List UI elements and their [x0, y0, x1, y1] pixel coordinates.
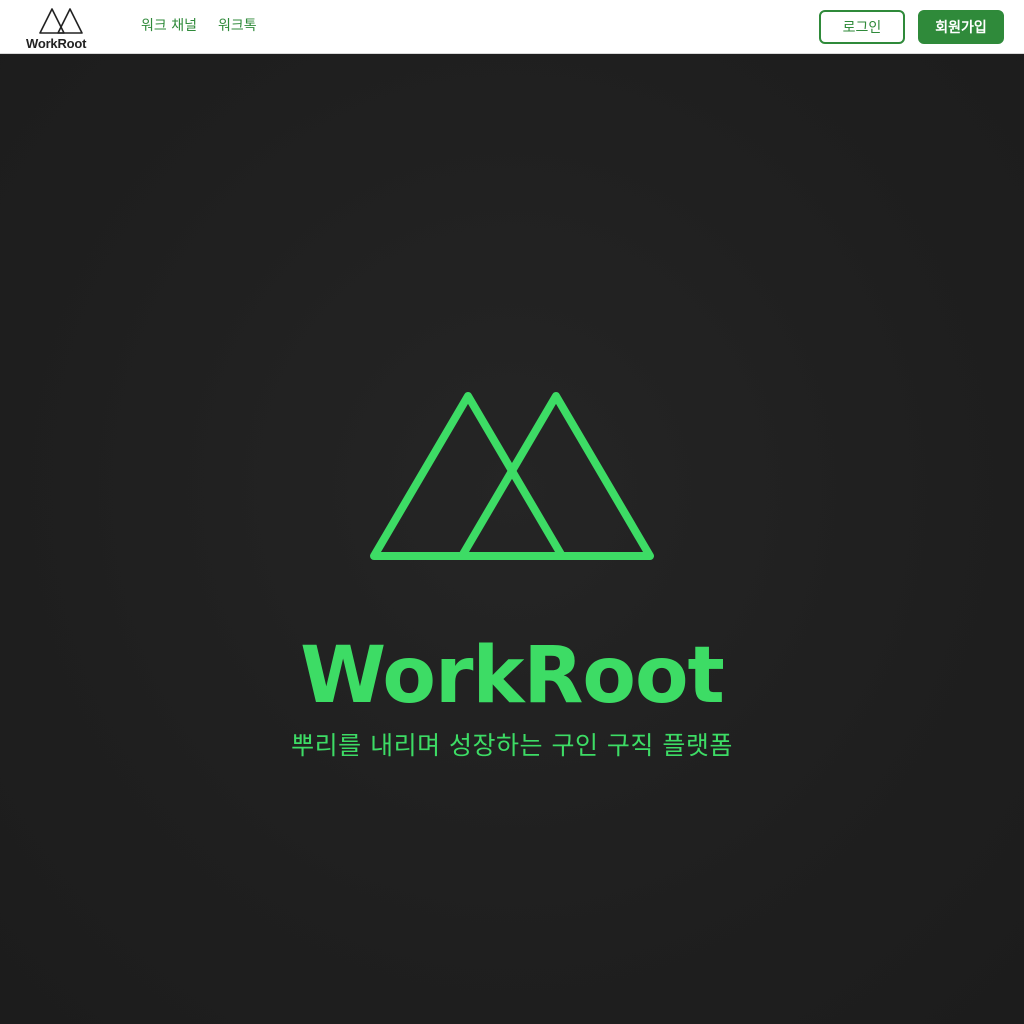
hero-section: WorkRoot 뿌리를 내리며 성장하는 구인 구직 플랫폼 — [0, 55, 1024, 1024]
mountain-logo-icon — [39, 8, 83, 34]
hero-tagline: 뿌리를 내리며 성장하는 구인 구직 플랫폼 — [291, 731, 733, 760]
login-button[interactable]: 로그인 — [819, 10, 905, 44]
top-navigation-bar: WorkRoot 워크 채널 워크톡 로그인 회원가입 — [0, 0, 1024, 54]
brand-logo-link[interactable]: WorkRoot — [24, 5, 100, 51]
nav-link-work-channel[interactable]: 워크 채널 — [141, 16, 197, 36]
nav-link-work-talk[interactable]: 워크톡 — [218, 16, 257, 36]
brand-name: WorkRoot — [26, 36, 87, 51]
workroot-mountain-icon — [370, 392, 654, 560]
signup-button[interactable]: 회원가입 — [918, 10, 1004, 44]
hero-title: WorkRoot — [300, 631, 725, 721]
